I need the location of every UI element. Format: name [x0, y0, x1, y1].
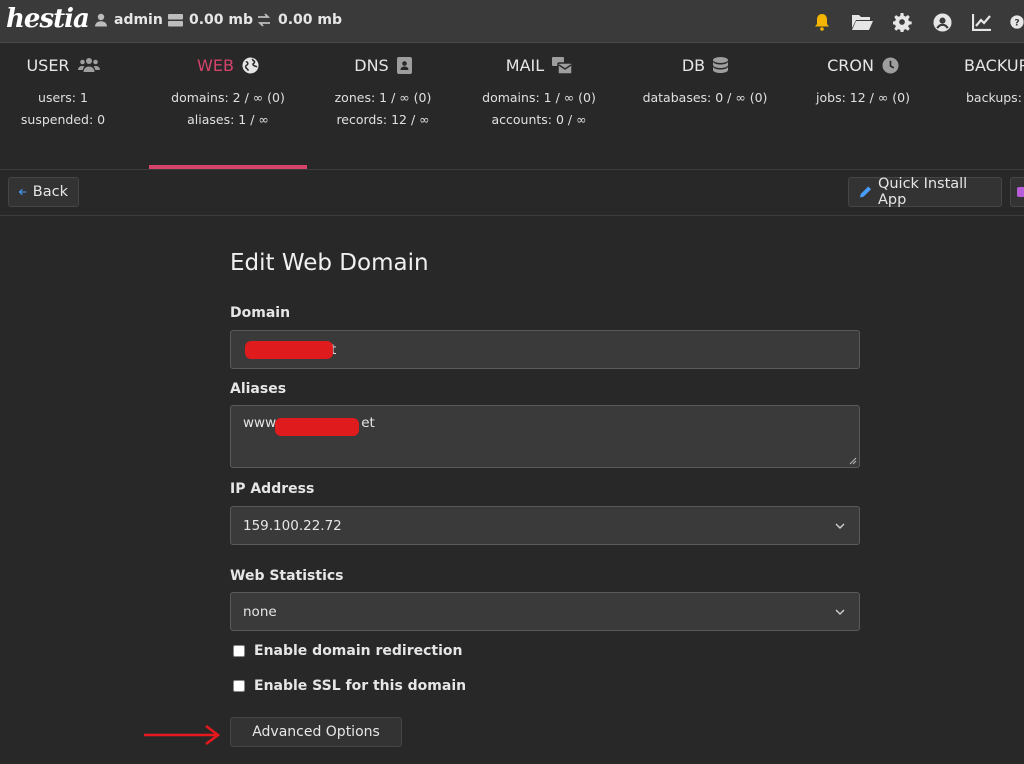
globe-icon	[242, 56, 259, 74]
ip-address-select[interactable]: 159.100.22.72	[230, 506, 860, 545]
tab-dns-stat-1: zones: 1 / ∞ (0)	[334, 90, 432, 105]
ssl-checkbox[interactable]	[233, 680, 245, 692]
aliases-textarea[interactable]: www. et	[230, 405, 860, 468]
tab-user-stat-1: users: 1	[38, 90, 88, 105]
toolbar: Back Quick Install App	[0, 170, 1024, 216]
tab-mail-stat-1: domains: 1 / ∞ (0)	[482, 90, 596, 105]
resize-handle-icon[interactable]	[849, 457, 857, 465]
domain-redirection-label: Enable domain redirection	[254, 643, 463, 659]
pencil-icon	[859, 186, 872, 198]
help-icon[interactable]: ?	[1010, 10, 1024, 34]
annotation-arrow-icon	[144, 725, 221, 745]
disk-usage: 0.00 mb	[168, 12, 253, 28]
tab-user-label: USER	[26, 55, 70, 75]
chevron-down-icon	[835, 523, 845, 529]
aliases-label: Aliases	[230, 381, 287, 397]
domain-redirection-checkbox[interactable]	[233, 645, 245, 657]
tab-cron-label: CRON	[827, 55, 874, 75]
bandwidth-usage: 0.00 mb	[256, 12, 342, 28]
user-circle-icon[interactable]	[930, 10, 954, 34]
folder-icon[interactable]	[850, 10, 874, 34]
save-button[interactable]	[1010, 177, 1024, 207]
quick-install-label: Quick Install App	[877, 176, 968, 208]
back-button-label: Back	[32, 184, 68, 200]
bell-icon[interactable]	[810, 10, 834, 34]
tab-backup-stat-1: backups: 0	[966, 90, 1024, 105]
tab-db-stat-1: databases: 0 / ∞ (0)	[642, 90, 768, 105]
clock-icon	[882, 56, 899, 74]
tab-mail[interactable]: MAIL domains: 1 / ∞ (0) accounts: 0 / ∞	[460, 44, 618, 169]
tab-mail-stat-2: accounts: 0 / ∞	[491, 112, 587, 127]
tab-user[interactable]: USER users: 1 suspended: 0	[0, 44, 142, 169]
tab-mail-label: MAIL	[505, 55, 545, 75]
tab-cron[interactable]: CRON jobs: 12 / ∞ (0)	[784, 44, 942, 169]
address-book-icon	[396, 56, 412, 74]
tab-db-label: DB	[681, 55, 706, 75]
tab-backup-label: BACKUP	[964, 55, 1024, 75]
exchange-icon	[257, 13, 271, 27]
user-icon	[95, 13, 107, 27]
hestia-logo[interactable]: hestia	[6, 4, 90, 34]
tab-web-stat-1: domains: 2 / ∞ (0)	[171, 90, 285, 105]
user-info[interactable]: admin	[94, 12, 163, 28]
web-statistics-value: none	[243, 603, 277, 620]
web-statistics-select[interactable]: none	[230, 592, 860, 631]
ssl-option[interactable]: Enable SSL for this domain	[233, 678, 466, 694]
ssl-label: Enable SSL for this domain	[254, 678, 467, 694]
hdd-icon	[168, 13, 183, 26]
tab-web[interactable]: WEB domains: 2 / ∞ (0) aliases: 1 / ∞	[149, 44, 307, 169]
tab-db[interactable]: DB databases: 0 / ∞ (0)	[626, 44, 784, 169]
advanced-options-button[interactable]: Advanced Options	[230, 717, 402, 747]
tab-dns-label: DNS	[354, 55, 389, 75]
redaction-mark	[275, 418, 359, 436]
disk-usage-value: 0.00 mb	[189, 12, 254, 28]
top-icons: ?	[810, 10, 1024, 34]
tab-user-stat-2: suspended: 0	[20, 112, 106, 127]
chart-icon[interactable]	[970, 10, 994, 34]
tab-web-label: WEB	[197, 55, 234, 75]
ip-address-label: IP Address	[230, 481, 315, 497]
users-icon	[77, 58, 100, 72]
tab-web-stat-2: aliases: 1 / ∞	[187, 112, 269, 127]
database-icon	[713, 56, 729, 73]
ip-address-value: 159.100.22.72	[243, 517, 342, 534]
main-tabs: USER users: 1 suspended: 0 WEB domains: …	[0, 44, 1024, 170]
gear-icon[interactable]	[890, 10, 914, 34]
save-icon	[1017, 187, 1024, 197]
domain-field[interactable]: t	[230, 330, 860, 369]
bandwidth-usage-value: 0.00 mb	[278, 12, 343, 28]
mail-bulk-icon	[552, 56, 573, 74]
domain-redirection-option[interactable]: Enable domain redirection	[233, 643, 462, 659]
tab-cron-stat-1: jobs: 12 / ∞ (0)	[816, 90, 910, 105]
back-button[interactable]: Back	[8, 177, 79, 207]
web-statistics-label: Web Statistics	[230, 568, 344, 584]
tab-dns-stat-2: records: 12 / ∞	[336, 112, 430, 127]
redaction-mark	[245, 341, 333, 359]
domain-label: Domain	[230, 305, 291, 321]
chevron-down-icon	[835, 609, 845, 615]
username: admin	[114, 12, 163, 28]
tab-backup[interactable]: BACKUP backups: 0	[942, 44, 1024, 169]
page-title: Edit Web Domain	[230, 250, 429, 276]
arrow-left-icon	[19, 188, 27, 196]
aliases-prefix: www.	[243, 415, 280, 431]
top-bar: hestia admin 0.00 mb 0.00 mb ?	[0, 0, 1024, 43]
quick-install-app-button[interactable]: Quick Install App	[848, 176, 1002, 208]
tab-dns[interactable]: DNS zones: 1 / ∞ (0) records: 12 / ∞	[304, 44, 462, 169]
svg-text:?: ?	[1014, 19, 1019, 29]
